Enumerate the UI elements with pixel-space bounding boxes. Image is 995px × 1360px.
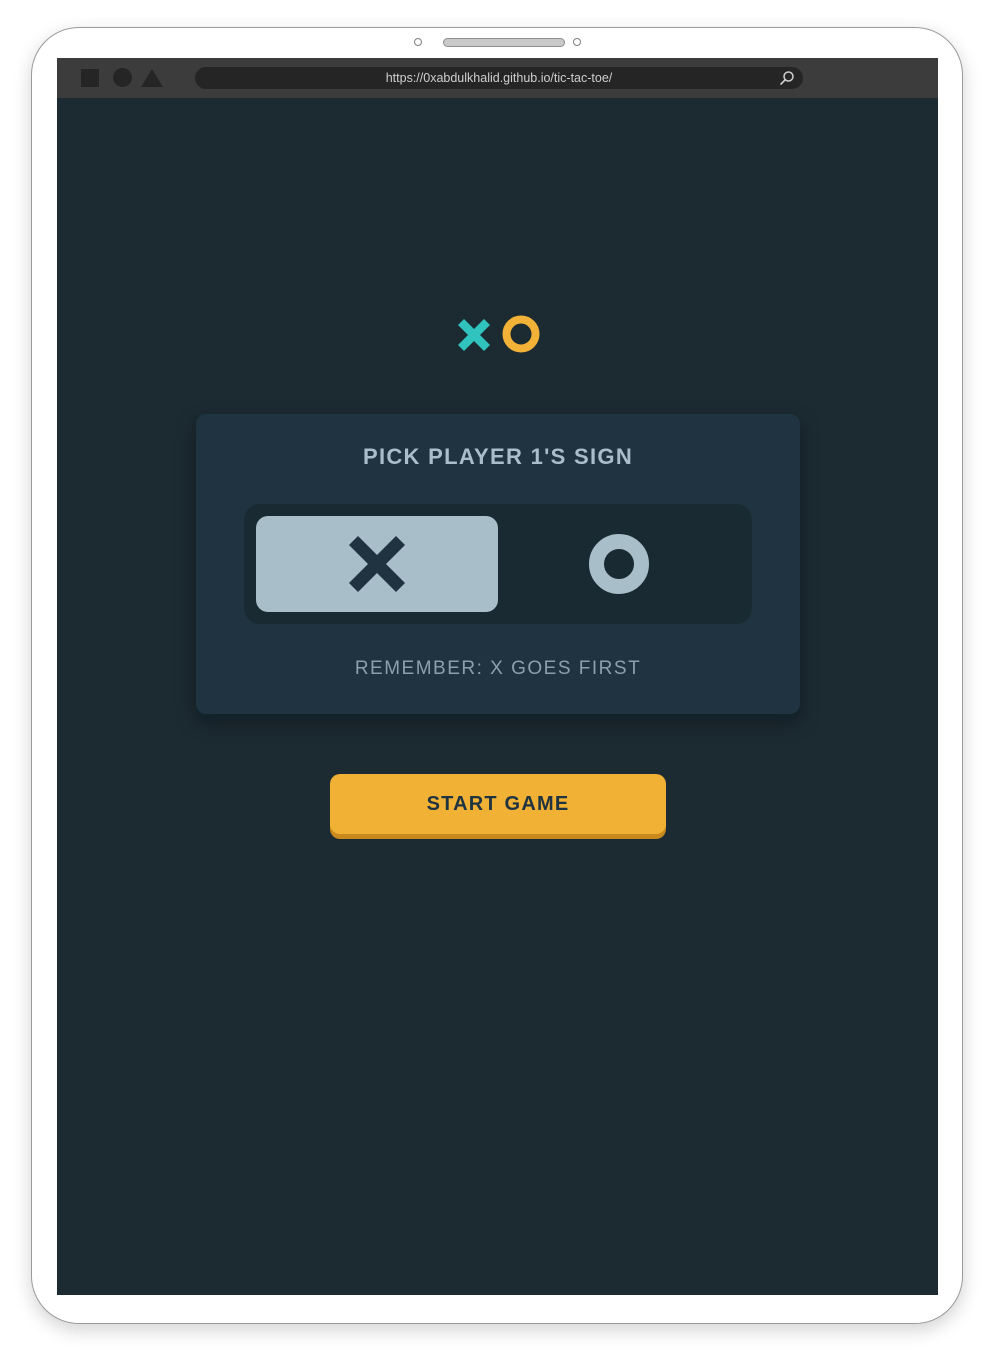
x-mark-icon (458, 319, 490, 351)
x-mark-icon (349, 536, 405, 592)
card-title: PICK PLAYER 1'S SIGN (362, 444, 634, 469)
circle-icon[interactable] (113, 68, 132, 87)
start-game-button[interactable]: START GAME (330, 774, 666, 834)
search-icon[interactable] (779, 70, 795, 86)
o-mark-icon (502, 315, 540, 353)
speaker-grille (443, 38, 565, 47)
card-note: REMEMBER: X GOES FIRST (354, 658, 642, 679)
browser-viewport: https://0xabdulkhalid.github.io/tic-tac-… (57, 58, 938, 1295)
o-mark-icon (589, 534, 649, 594)
url-text[interactable]: https://0xabdulkhalid.github.io/tic-tac-… (195, 67, 803, 89)
address-bar[interactable]: https://0xabdulkhalid.github.io/tic-tac-… (195, 67, 803, 89)
option-o-button[interactable] (498, 516, 740, 612)
browser-toolbar: https://0xabdulkhalid.github.io/tic-tac-… (57, 58, 938, 98)
pick-sign-card: PICK PLAYER 1'S SIGN REMEMBER: X GOES FI… (196, 414, 800, 714)
app-logo (458, 315, 540, 353)
mark-toggle (244, 504, 752, 624)
camera-dot-left (414, 38, 422, 46)
option-x-button[interactable] (256, 516, 498, 612)
camera-dot-right (573, 38, 581, 46)
square-icon[interactable] (81, 69, 99, 87)
triangle-icon[interactable] (141, 69, 163, 87)
